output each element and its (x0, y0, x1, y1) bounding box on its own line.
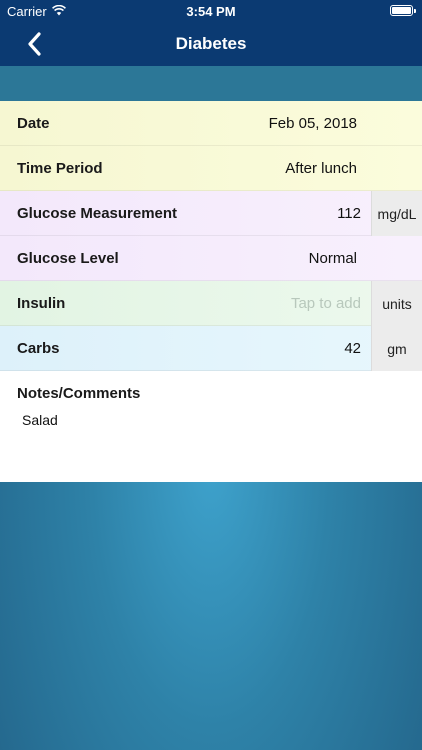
glucose-measurement-value[interactable]: 112 (337, 205, 361, 222)
insulin-unit: units (371, 281, 422, 326)
time-period-label: Time Period (17, 160, 103, 177)
header-band (0, 66, 422, 101)
notes-section[interactable]: Notes/Comments Salad (0, 371, 422, 482)
status-bar: Carrier 3:54 PM (0, 0, 422, 22)
notes-label: Notes/Comments (17, 385, 141, 402)
date-value: Feb 05, 2018 (268, 115, 357, 132)
glucose-measurement-row[interactable]: Glucose Measurement 112 mg/dL (0, 191, 422, 236)
navigation-bar: Diabetes (0, 22, 422, 66)
glucose-level-value: Normal (308, 250, 357, 267)
date-row[interactable]: Date Feb 05, 2018 (0, 101, 422, 146)
battery-icon (390, 5, 416, 16)
carbs-row[interactable]: Carbs 42 gm (0, 326, 422, 371)
carbs-value[interactable]: 42 (344, 340, 361, 357)
status-time: 3:54 PM (186, 4, 236, 19)
glucose-unit: mg/dL (371, 191, 422, 236)
glucose-level-row[interactable]: Glucose Level Normal (0, 236, 422, 281)
insulin-input[interactable]: Tap to add (291, 295, 361, 312)
glucose-measurement-label: Glucose Measurement (17, 205, 178, 222)
insulin-label: Insulin (17, 295, 66, 312)
page-title: Diabetes (175, 34, 247, 53)
carbs-unit: gm (371, 326, 422, 371)
time-period-row[interactable]: Time Period After lunch (0, 146, 422, 191)
glucose-level-label: Glucose Level (17, 250, 119, 267)
date-label: Date (17, 115, 50, 132)
insulin-row[interactable]: Insulin Tap to add units (0, 281, 422, 326)
time-period-value: After lunch (285, 160, 357, 177)
entry-form: Date Feb 05, 2018 Time Period After lunc… (0, 101, 422, 482)
notes-text[interactable]: Salad (22, 412, 58, 428)
carbs-label: Carbs (17, 340, 60, 357)
